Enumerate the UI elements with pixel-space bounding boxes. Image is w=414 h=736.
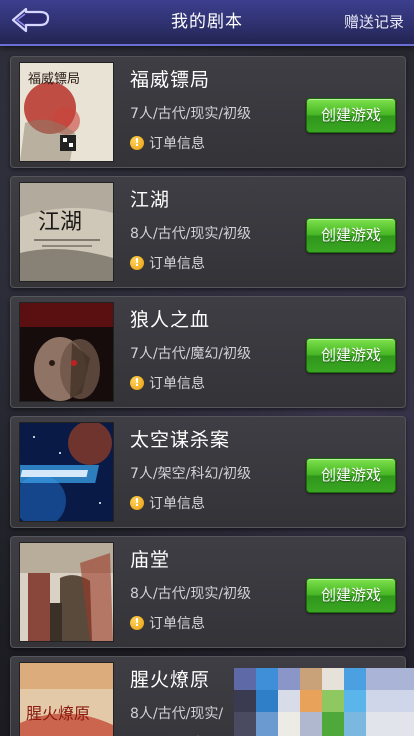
order-info-link[interactable]: ! 订单信息 xyxy=(130,613,205,633)
order-info-link[interactable]: ! 订单信息 xyxy=(130,133,205,153)
script-meta: 8人/古代/现实/初级 xyxy=(130,586,252,602)
create-game-button[interactable]: 创建游戏 xyxy=(306,578,396,613)
order-info-label: 订单信息 xyxy=(149,616,205,632)
order-info-link[interactable]: ! 订单信息 xyxy=(130,253,205,273)
order-info-label: 订单信息 xyxy=(149,496,205,512)
script-name: 狼人之血 xyxy=(130,309,211,331)
script-poster: 腥火燎原 xyxy=(19,662,114,736)
script-list: 福威镖局 福威镖局 7人/古代/现实/初级 ! 订单信息 创建游戏 江湖 江湖 … xyxy=(0,44,414,736)
script-meta: 7人/古代/魔幻/初级 xyxy=(130,346,252,362)
info-icon: ! xyxy=(130,616,144,630)
poster-art: 福威镖局 xyxy=(20,63,113,161)
info-icon: ! xyxy=(130,136,144,150)
create-game-button[interactable]: 创建游戏 xyxy=(306,338,396,373)
info-icon: ! xyxy=(130,256,144,270)
poster-art: 江湖 xyxy=(20,183,113,281)
top-bar: 我的剧本 赠送记录 xyxy=(0,0,414,46)
script-poster: 福威镖局 xyxy=(19,62,114,162)
order-info-link[interactable]: ! 订单信息 xyxy=(130,373,205,393)
script-name: 腥火燎原 xyxy=(130,669,211,691)
script-card: 福威镖局 福威镖局 7人/古代/现实/初级 ! 订单信息 创建游戏 xyxy=(10,56,406,168)
script-poster xyxy=(19,422,114,522)
order-info-label: 订单信息 xyxy=(149,376,205,392)
script-meta: 8人/古代/现实/初级 xyxy=(130,226,252,242)
create-game-button[interactable]: 创建游戏 xyxy=(306,98,396,133)
script-name: 庙堂 xyxy=(130,549,171,571)
order-info-label: 订单信息 xyxy=(149,256,205,272)
poster-title-text: 江湖 xyxy=(38,210,82,235)
script-meta: 8人/古代/现实/ xyxy=(130,706,224,722)
poster-title-text: 福威镖局 xyxy=(28,71,80,87)
script-name: 江湖 xyxy=(130,189,171,211)
script-card: 狼人之血 7人/古代/魔幻/初级 ! 订单信息 创建游戏 xyxy=(10,296,406,408)
script-poster: 江湖 xyxy=(19,182,114,282)
script-meta: 7人/古代/现实/初级 xyxy=(130,106,252,122)
gift-record-link[interactable]: 赠送记录 xyxy=(344,0,404,44)
poster-art xyxy=(20,303,113,401)
script-card: 太空谋杀案 7人/架空/科幻/初级 ! 订单信息 创建游戏 xyxy=(10,416,406,528)
script-card: 江湖 江湖 8人/古代/现实/初级 ! 订单信息 创建游戏 xyxy=(10,176,406,288)
script-name: 福威镖局 xyxy=(130,69,211,91)
poster-art xyxy=(20,423,113,521)
info-icon: ! xyxy=(130,376,144,390)
create-game-button[interactable]: 创建游戏 xyxy=(306,218,396,253)
script-card: 庙堂 8人/古代/现实/初级 ! 订单信息 创建游戏 xyxy=(10,536,406,648)
pixelated-watermark xyxy=(234,668,414,736)
poster-art xyxy=(20,543,113,641)
order-info-link[interactable]: ! 订单信息 xyxy=(130,493,205,513)
order-info-label: 订单信息 xyxy=(149,136,205,152)
script-name: 太空谋杀案 xyxy=(130,429,231,451)
script-poster xyxy=(19,302,114,402)
poster-art: 腥火燎原 xyxy=(20,663,113,736)
create-game-button[interactable]: 创建游戏 xyxy=(306,458,396,493)
poster-title-text: 腥火燎原 xyxy=(26,704,90,723)
script-poster xyxy=(19,542,114,642)
script-meta: 7人/架空/科幻/初级 xyxy=(130,466,252,482)
info-icon: ! xyxy=(130,496,144,510)
